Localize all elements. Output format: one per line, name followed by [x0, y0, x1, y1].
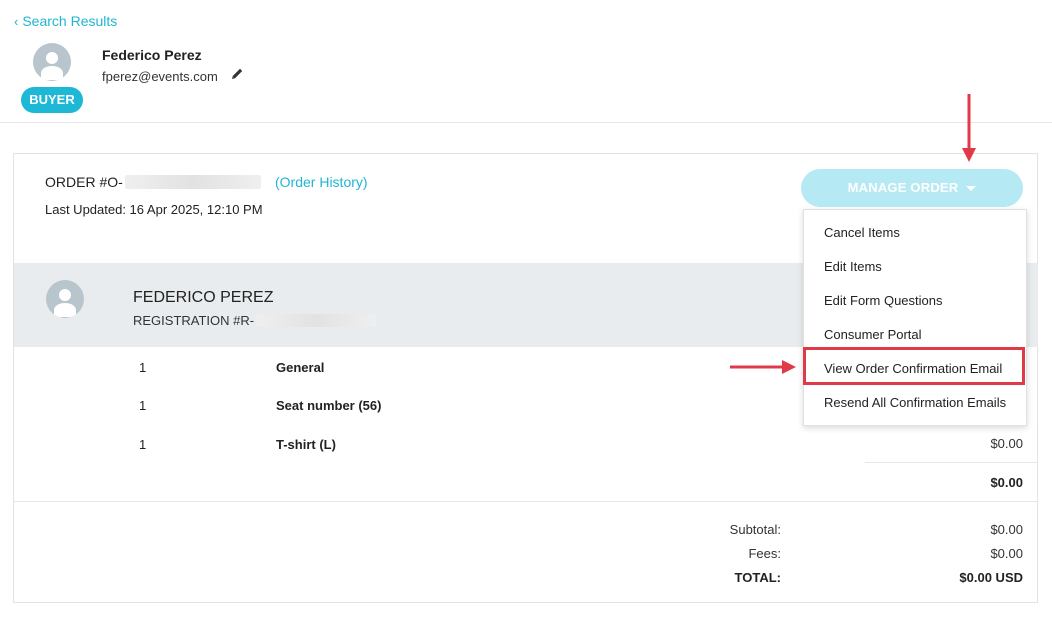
edit-pencil-icon[interactable] [230, 67, 244, 81]
total-label: TOTAL: [734, 570, 781, 585]
redacted-order-id [124, 175, 261, 189]
highlight-box [803, 347, 1025, 385]
back-link-label: Search Results [22, 13, 118, 29]
line-item-name: T-shirt (L) [276, 437, 336, 452]
registration-total: $0.00 [990, 475, 1023, 490]
menu-item-resend-all-confirmation-emails[interactable]: Resend All Confirmation Emails [824, 395, 1006, 410]
buyer-badge: BUYER [21, 87, 83, 113]
header-divider [0, 122, 1052, 123]
manage-order-button[interactable]: MANAGE ORDER [801, 169, 1023, 207]
line-item-qty: 1 [139, 360, 147, 375]
total-value: $0.00 USD [959, 570, 1023, 585]
summary-divider [14, 501, 1038, 502]
right-arrow-annotation [730, 360, 796, 374]
down-arrow-annotation [962, 94, 976, 162]
manage-order-menu: Cancel Items Edit Items Edit Form Questi… [803, 209, 1027, 426]
subtotal-label: Subtotal: [729, 522, 781, 537]
caret-down-icon [966, 186, 977, 192]
registration-number: REGISTRATION #R- [133, 313, 377, 328]
order-number: ORDER #O- [45, 174, 261, 190]
menu-item-consumer-portal[interactable]: Consumer Portal [824, 327, 922, 342]
subtotal-value: $0.00 [990, 522, 1023, 537]
buyer-avatar [33, 43, 71, 81]
fees-label: Fees: [748, 546, 781, 561]
last-updated: Last Updated: 16 Apr 2025, 12:10 PM [45, 202, 263, 217]
menu-item-edit-items[interactable]: Edit Items [824, 259, 882, 274]
menu-item-cancel-items[interactable]: Cancel Items [824, 225, 900, 240]
registrant-avatar [46, 280, 84, 318]
line-item-name: Seat number (56) [276, 398, 382, 413]
fees-value: $0.00 [990, 546, 1023, 561]
manage-order-label: MANAGE ORDER [847, 180, 959, 195]
items-divider [865, 462, 1037, 463]
buyer-name: Federico Perez [102, 47, 202, 63]
registrant-name: FEDERICO PEREZ [133, 289, 274, 306]
buyer-email: fperez@events.com [102, 69, 218, 84]
line-item-qty: 1 [139, 437, 147, 452]
order-history-link[interactable]: (Order History) [275, 174, 368, 190]
back-to-search-results-link[interactable]: ‹ Search Results [14, 13, 117, 29]
line-item-name: General [276, 360, 325, 375]
line-item-qty: 1 [139, 398, 147, 413]
chevron-left-icon: ‹ [14, 14, 19, 29]
redacted-registration-id [256, 314, 377, 327]
line-item-price: $0.00 [990, 436, 1023, 451]
menu-item-edit-form-questions[interactable]: Edit Form Questions [824, 293, 943, 308]
